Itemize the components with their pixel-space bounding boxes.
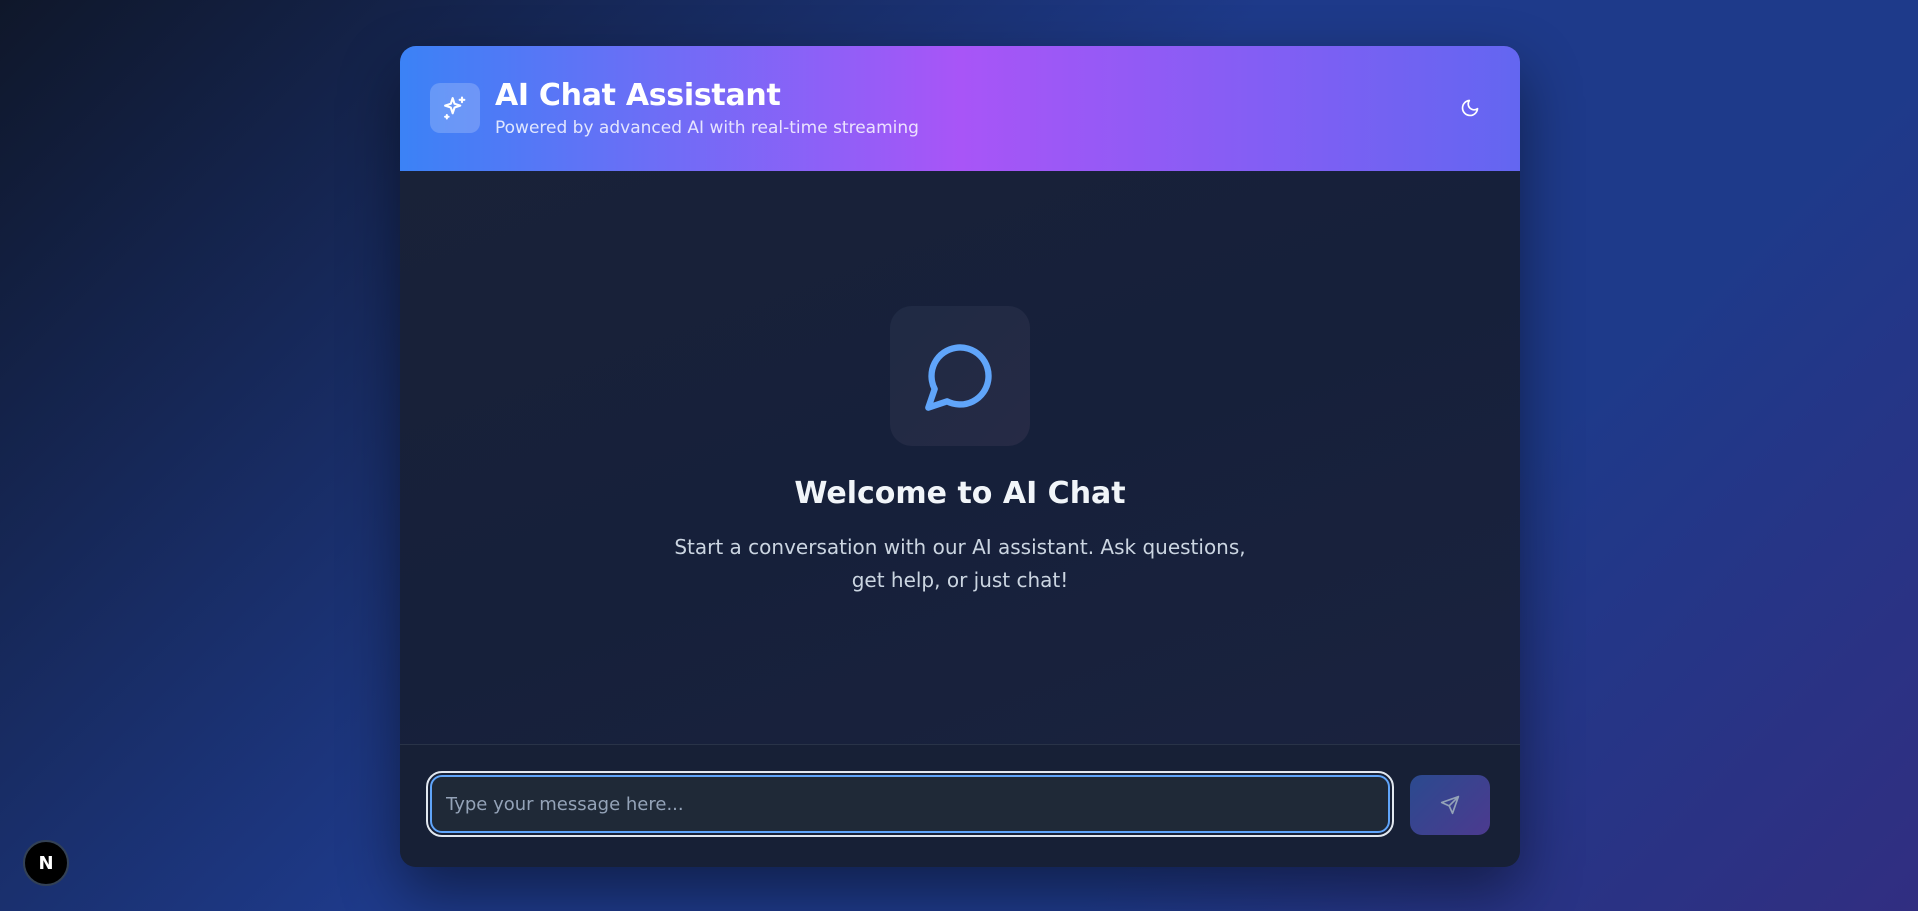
app-subtitle: Powered by advanced AI with real-time st… <box>495 118 919 138</box>
message-input[interactable] <box>426 771 1394 837</box>
send-icon <box>1440 795 1460 815</box>
dev-tools-badge-label: N <box>38 852 54 874</box>
welcome-icon-tile <box>890 306 1030 446</box>
send-button[interactable] <box>1410 775 1490 835</box>
logo-tile <box>430 83 480 133</box>
messages-area: Welcome to AI Chat Start a conversation … <box>400 171 1520 791</box>
theme-toggle-button[interactable] <box>1450 88 1490 128</box>
moon-icon <box>1461 99 1479 117</box>
app-title: AI Chat Assistant <box>495 78 781 113</box>
composer-bar <box>400 744 1520 867</box>
dev-tools-badge[interactable]: N <box>23 840 69 886</box>
chat-header: AI Chat Assistant Powered by advanced AI… <box>400 46 1520 171</box>
welcome-title: Welcome to AI Chat <box>794 476 1126 511</box>
chat-card: AI Chat Assistant Powered by advanced AI… <box>400 46 1520 867</box>
message-circle-icon <box>925 344 992 411</box>
sparkles-icon <box>444 96 466 120</box>
welcome-text: Start a conversation with our AI assista… <box>674 535 1246 592</box>
